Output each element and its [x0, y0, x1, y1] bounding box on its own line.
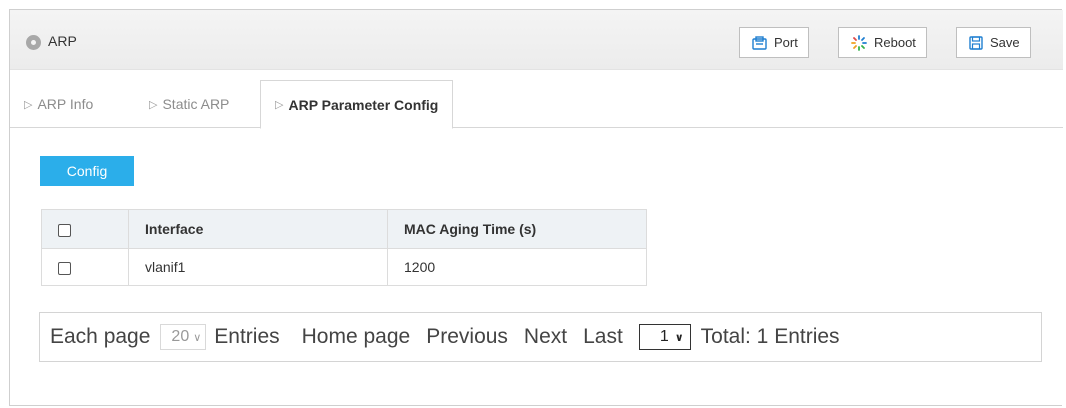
reboot-icon — [851, 34, 867, 51]
panel-header: ARP Port Reboot Save — [10, 10, 1063, 70]
tab-arrow-icon: ▷ — [275, 99, 284, 111]
table-header-row: Interface MAC Aging Time (s) — [41, 209, 647, 249]
each-page-label: Each page — [50, 325, 151, 348]
save-icon — [969, 35, 983, 50]
current-page-value: 1 — [659, 328, 669, 345]
column-header-interface[interactable]: Interface — [128, 209, 388, 249]
tab-arp-info[interactable]: ▷ ARP Info — [24, 80, 93, 128]
tab-label: ARP Info — [37, 96, 94, 112]
previous-page-link[interactable]: Previous — [426, 325, 508, 349]
page-size-select[interactable]: 20 ∨ — [160, 324, 207, 350]
last-page-link[interactable]: Last — [583, 325, 623, 349]
tab-arrow-icon: ▷ — [149, 98, 158, 111]
home-page-link[interactable]: Home page — [302, 325, 411, 349]
pagination-bar: Each page 20 ∨ Entries Home page Previou… — [39, 312, 1042, 362]
chevron-down-icon: ∨ — [193, 331, 202, 344]
tab-arrow-icon: ▷ — [24, 98, 33, 111]
interface-cell: vlanif1 — [128, 248, 388, 286]
page-size-value: 20 — [171, 328, 190, 345]
port-icon — [752, 35, 767, 50]
main-panel: ARP Port Reboot Save ▷ ARP Info ▷ Static… — [9, 9, 1063, 406]
entries-label: Entries — [214, 325, 280, 348]
next-page-link[interactable]: Next — [524, 325, 567, 349]
mac-aging-time-cell: 1200 — [387, 248, 647, 286]
reboot-button-label: Reboot — [874, 35, 916, 50]
tab-label: Static ARP — [162, 96, 230, 112]
page-number-select[interactable]: 1 ∨ — [638, 324, 691, 350]
save-button-label: Save — [990, 35, 1020, 50]
chevron-down-icon: ∨ — [674, 331, 684, 344]
tab-static-arp[interactable]: ▷ Static ARP — [149, 80, 229, 128]
table-row[interactable]: vlanif1 1200 — [41, 248, 647, 286]
select-all-cell — [41, 209, 129, 249]
port-button-label: Port — [774, 35, 798, 50]
tab-arp-parameter-config[interactable]: ▷ ARP Parameter Config — [260, 80, 454, 129]
config-button[interactable]: Config — [40, 156, 134, 186]
panel-status-icon — [26, 35, 41, 50]
tab-bar: ▷ ARP Info ▷ Static ARP ▷ ARP Parameter … — [10, 80, 1063, 129]
port-button[interactable]: Port — [739, 27, 809, 58]
select-all-checkbox[interactable] — [58, 223, 71, 237]
tab-label: ARP Parameter Config — [288, 96, 439, 113]
reboot-button[interactable]: Reboot — [838, 27, 927, 58]
total-entries-text: Total: 1 Entries — [700, 325, 840, 348]
interface-table: Interface MAC Aging Time (s) vlanif1 120… — [41, 209, 647, 286]
save-button[interactable]: Save — [956, 27, 1031, 58]
column-header-mac-aging-time[interactable]: MAC Aging Time (s) — [387, 209, 647, 249]
row-checkbox[interactable] — [58, 261, 71, 275]
panel-title: ARP — [48, 33, 77, 49]
row-select-cell — [41, 248, 129, 286]
